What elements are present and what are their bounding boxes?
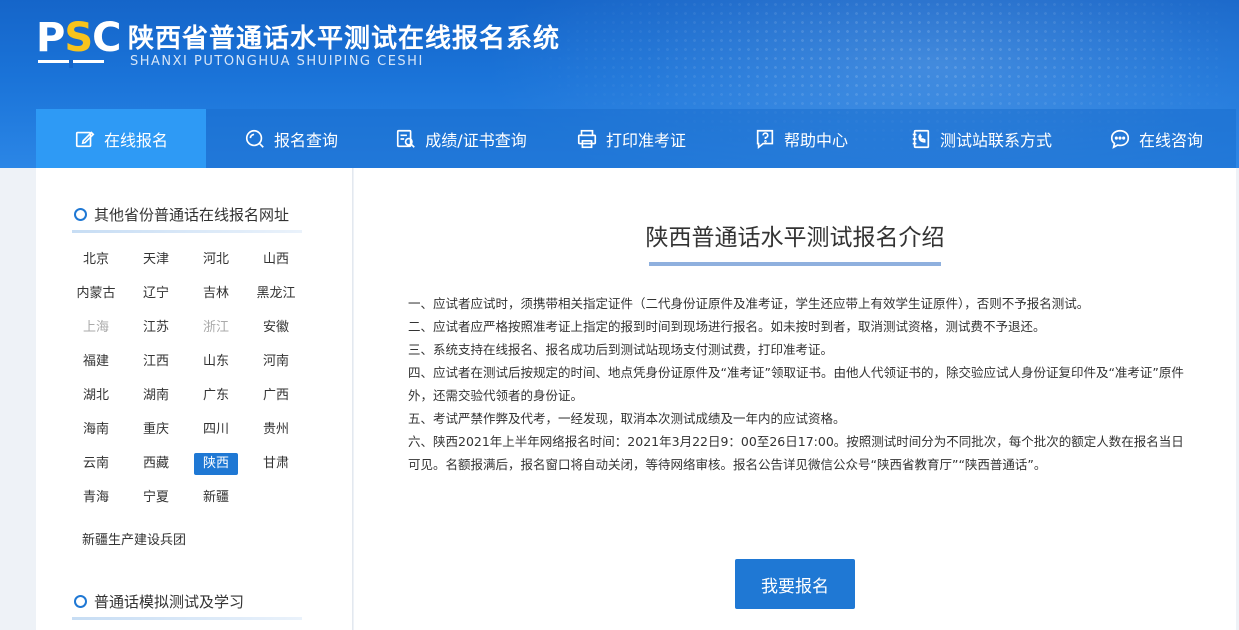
province-link[interactable]: 海南 xyxy=(74,419,118,441)
nav-print-admission-ticket[interactable]: 打印准考证 xyxy=(546,109,716,168)
intro-item: 三、系统支持在线报名、报名成功后到测试站现场支付测试费，打印准考证。 xyxy=(408,342,834,357)
nav-label: 帮助中心 xyxy=(783,130,848,150)
page-title: 陕西普通话水平测试报名介绍 xyxy=(645,225,945,251)
logo-book-mark xyxy=(38,60,104,68)
sidebar: 其他省份普通话在线报名网址 新疆生产建设兵团 普通话模拟测试及学习 北京 天津 河北… xyxy=(36,168,353,630)
apply-button[interactable]: 我要报名 xyxy=(735,559,855,609)
logo-letter-c: C xyxy=(92,15,121,61)
province-link[interactable]: 青海 xyxy=(74,487,118,509)
psc-logo[interactable]: PSC xyxy=(36,15,122,72)
printer-icon xyxy=(576,128,598,150)
province-link[interactable]: 河北 xyxy=(194,249,238,271)
logo-letter-s: S xyxy=(64,15,93,61)
section-title-mock-test[interactable]: 普通话模拟测试及学习 xyxy=(74,591,244,612)
chat-icon xyxy=(1109,128,1131,150)
province-link[interactable]: 江西 xyxy=(134,351,178,373)
nav-label: 报名查询 xyxy=(273,130,338,150)
province-link[interactable]: 福建 xyxy=(74,351,118,373)
main-nav: 在线报名 报名查询 成绩/证书查询 打印准考证 帮助中心 测试站联系方式 在线咨… xyxy=(36,109,1236,168)
province-link[interactable]: 云南 xyxy=(74,453,118,475)
province-link[interactable]: 天津 xyxy=(134,249,178,271)
title-underline xyxy=(649,262,941,266)
province-link[interactable]: 宁夏 xyxy=(134,487,178,509)
intro-item: 一、应试者应试时，须携带相关指定证件（二代身份证原件及准考证，学生还应带上有效学… xyxy=(408,296,1090,311)
nav-online-consult[interactable]: 在线咨询 xyxy=(1076,109,1236,168)
province-link[interactable]: 广东 xyxy=(194,385,238,407)
nav-help-center[interactable]: 帮助中心 xyxy=(716,109,886,168)
main-content: 陕西普通话水平测试报名介绍 一、应试者应试时，须携带相关指定证件（二代身份证原件… xyxy=(354,168,1236,630)
intro-item: 四、应试者在测试后按规定的时间、地点凭身份证原件及“准考证”领取证书。由他人代领… xyxy=(408,365,1184,403)
nav-score-certificate-query[interactable]: 成绩/证书查询 xyxy=(376,109,546,168)
province-link[interactable]: 浙江 xyxy=(194,317,238,339)
province-link[interactable]: 陕西 xyxy=(194,453,238,475)
nav-label: 在线咨询 xyxy=(1138,130,1203,150)
province-link[interactable]: 河南 xyxy=(254,351,298,373)
province-link[interactable]: 北京 xyxy=(74,249,118,271)
site-title: 陕西省普通话水平测试在线报名系统 xyxy=(128,24,561,54)
intro-item: 六、陕西2021年上半年网络报名时间：2021年3月22日9：00至26日17:… xyxy=(408,434,1184,472)
province-link-xinjiang-bingtuan[interactable]: 新疆生产建设兵团 xyxy=(82,529,186,548)
nav-label: 打印准考证 xyxy=(605,130,686,150)
contact-book-icon xyxy=(910,128,932,150)
nav-test-station-contact[interactable]: 测试站联系方式 xyxy=(886,109,1076,168)
province-link[interactable]: 上海 xyxy=(74,317,118,339)
logo-letter-p: P xyxy=(36,15,65,61)
province-link[interactable]: 山西 xyxy=(254,249,298,271)
nav-label: 在线报名 xyxy=(103,130,168,150)
section-title-text: 其他省份普通话在线报名网址 xyxy=(94,206,290,224)
province-link[interactable]: 新疆 xyxy=(194,487,238,509)
search-circle-icon xyxy=(244,128,266,150)
province-link[interactable]: 贵州 xyxy=(254,419,298,441)
help-icon xyxy=(754,128,776,150)
document-search-icon xyxy=(395,128,417,150)
circle-bullet-icon xyxy=(74,208,87,221)
intro-item: 二、应试者应严格按照准考证上指定的报到时间到现场进行报名。如未按时到者，取消测试… xyxy=(408,319,1046,334)
edit-icon xyxy=(74,128,96,150)
province-link[interactable]: 吉林 xyxy=(194,283,238,305)
nav-label: 测试站联系方式 xyxy=(939,130,1052,150)
province-link[interactable]: 湖南 xyxy=(134,385,178,407)
site-subtitle: SHANXI PUTONGHUA SHUIPING CESHI xyxy=(130,54,424,69)
province-link[interactable]: 湖北 xyxy=(74,385,118,407)
section-underline xyxy=(72,230,302,233)
circle-bullet-icon xyxy=(74,595,87,608)
province-link[interactable]: 山东 xyxy=(194,351,238,373)
intro-item: 五、考试严禁作弊及代考，一经发现，取消本次测试成绩及一年内的应试资格。 xyxy=(408,411,846,426)
province-link[interactable]: 辽宁 xyxy=(134,283,178,305)
nav-label: 成绩/证书查询 xyxy=(425,130,527,150)
province-link[interactable]: 广西 xyxy=(254,385,298,407)
province-link[interactable]: 四川 xyxy=(194,419,238,441)
province-link[interactable]: 江苏 xyxy=(134,317,178,339)
province-link[interactable]: 西藏 xyxy=(134,453,178,475)
province-link[interactable]: 内蒙古 xyxy=(74,283,118,305)
section-title-text: 普通话模拟测试及学习 xyxy=(94,593,245,611)
section-underline xyxy=(72,617,302,620)
nav-registration-query[interactable]: 报名查询 xyxy=(206,109,376,168)
nav-online-registration[interactable]: 在线报名 xyxy=(36,109,206,168)
province-link[interactable]: 黑龙江 xyxy=(254,283,298,305)
province-link[interactable]: 重庆 xyxy=(134,419,178,441)
section-title-other-provinces: 其他省份普通话在线报名网址 xyxy=(74,204,289,225)
intro-text: 一、应试者应试时，须携带相关指定证件（二代身份证原件及准考证，学生还应带上有效学… xyxy=(408,292,1186,476)
site-header: PSC 陕西省普通话水平测试在线报名系统 SHANXI PUTONGHUA SH… xyxy=(0,0,1239,168)
province-link[interactable]: 安徽 xyxy=(254,317,298,339)
province-link[interactable]: 甘肃 xyxy=(254,453,298,475)
